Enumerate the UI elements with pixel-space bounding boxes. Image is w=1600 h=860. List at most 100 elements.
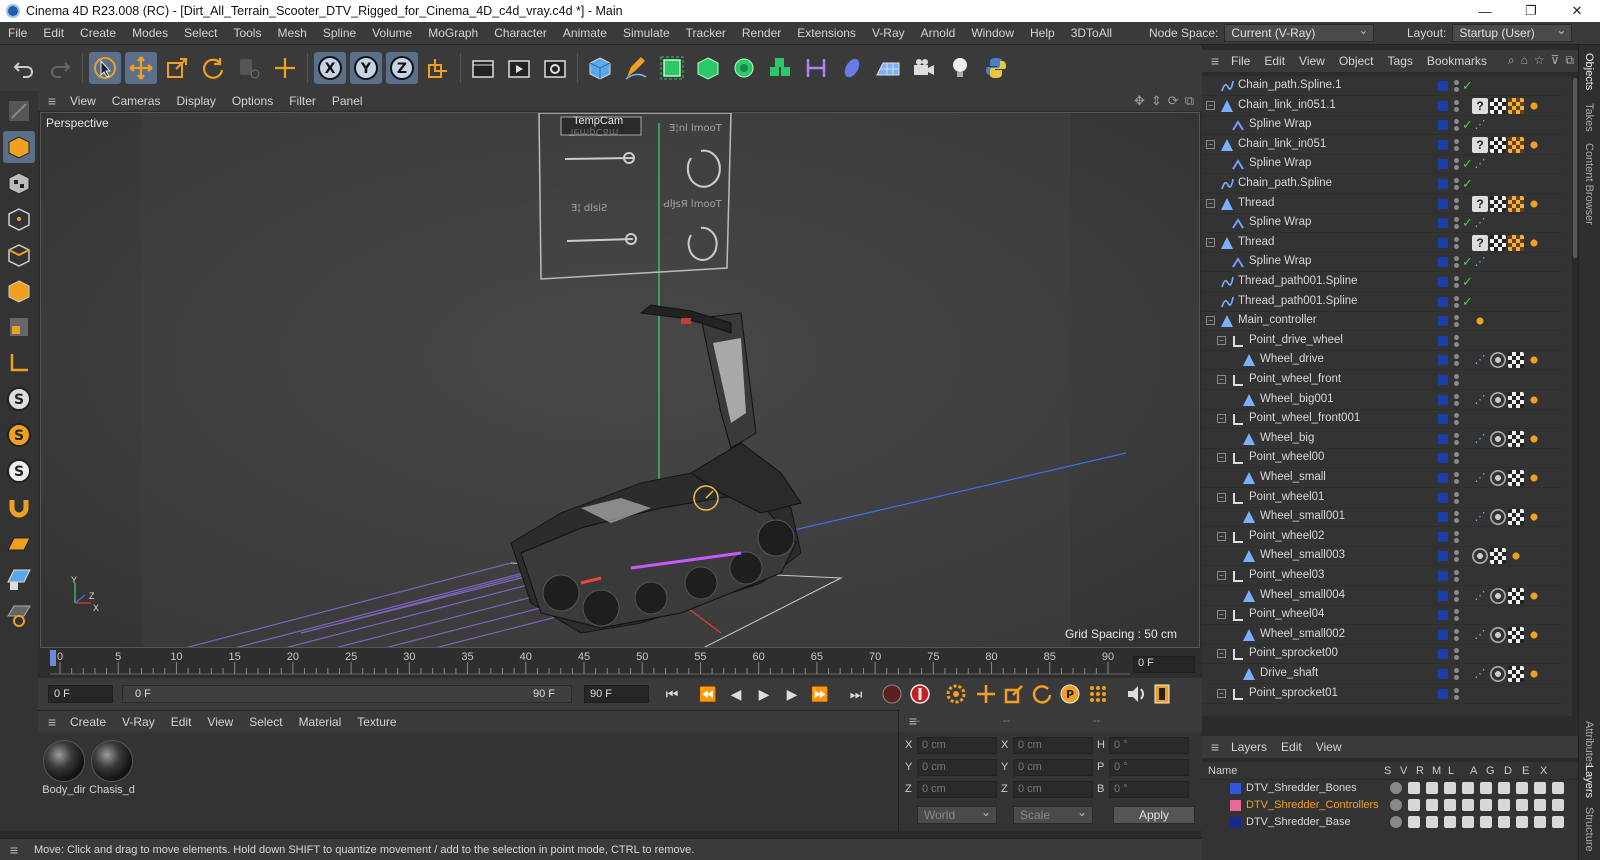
enabled-check-icon[interactable]: ✓ — [1462, 78, 1473, 94]
layer-manager-toggle-icon[interactable] — [1444, 816, 1456, 828]
expand-toggle-icon[interactable]: − — [1206, 237, 1215, 247]
visibility-dots-icon[interactable] — [1454, 411, 1460, 427]
layer-color-swatch[interactable] — [1438, 669, 1448, 679]
locked-workplane-button[interactable] — [3, 563, 35, 595]
menu-item[interactable]: Tracker — [678, 26, 734, 40]
scrollbar-thumb[interactable] — [1573, 78, 1577, 258]
object-row[interactable]: Spline Wrap ✓ ⋰ — [1202, 154, 1562, 175]
layer-color-swatch[interactable] — [1230, 783, 1241, 794]
material-menu-item[interactable]: View — [199, 715, 241, 729]
viewport-menu-hamburger-icon[interactable]: ≡ — [42, 93, 62, 109]
uv-mode-button[interactable] — [3, 311, 35, 343]
layer-color-swatch[interactable] — [1438, 237, 1448, 248]
orbit-icon[interactable]: ⟳ — [1168, 93, 1179, 109]
previous-key-button[interactable]: ⏪ — [696, 682, 720, 706]
layer-row[interactable]: DTV_Shredder_Controllers — [1202, 797, 1578, 814]
sw2-tag-icon[interactable]: ⋰ — [1472, 392, 1488, 408]
object-row[interactable]: Thread_path001.Spline ✓ — [1202, 272, 1562, 292]
layer-view-toggle-icon[interactable] — [1408, 799, 1420, 811]
layer-color-swatch[interactable] — [1438, 531, 1448, 542]
layer-lock-toggle-icon[interactable] — [1462, 782, 1474, 794]
menu-item[interactable]: Mesh — [269, 26, 314, 40]
viewport-menu-item[interactable]: View — [62, 94, 104, 108]
layer-color-swatch[interactable] — [1438, 610, 1448, 621]
x-axis-lock-button[interactable]: X — [314, 52, 346, 84]
visibility-dots-icon[interactable] — [1454, 666, 1460, 682]
layer-lock-toggle-icon[interactable] — [1462, 799, 1474, 811]
expand-toggle-icon[interactable]: − — [1206, 139, 1215, 149]
visibility-dots-icon[interactable] — [1454, 529, 1460, 545]
render-picture-viewer-button[interactable] — [503, 52, 535, 84]
layer-color-swatch[interactable] — [1438, 139, 1448, 150]
menu-item[interactable]: Simulate — [615, 26, 678, 40]
layer-color-swatch[interactable] — [1438, 179, 1448, 189]
viewport-menu-item[interactable]: Filter — [281, 94, 324, 108]
edge-mode-button[interactable] — [3, 239, 35, 271]
next-frame-button[interactable]: ▶ — [780, 682, 804, 706]
layer-color-swatch[interactable] — [1438, 257, 1448, 268]
visibility-dots-icon[interactable] — [1454, 588, 1460, 604]
layer-deformers-toggle-icon[interactable] — [1516, 799, 1528, 811]
ring-tag-icon[interactable] — [1490, 430, 1506, 447]
visibility-dots-icon[interactable] — [1454, 548, 1460, 564]
object-row[interactable]: − Point_wheel04 — [1202, 605, 1562, 626]
visibility-dots-icon[interactable] — [1454, 98, 1460, 114]
enabled-check-icon[interactable]: ✓ — [1462, 294, 1473, 310]
visibility-dots-icon[interactable] — [1454, 176, 1460, 192]
visibility-dots-icon[interactable] — [1454, 294, 1460, 310]
layer-solo-toggle-icon[interactable] — [1390, 799, 1402, 811]
apply-button[interactable]: Apply — [1113, 806, 1195, 824]
tab-attributes[interactable]: Attributes — [1583, 721, 1595, 767]
start-frame-field[interactable]: 0 F — [48, 685, 113, 703]
layer-lock-toggle-icon[interactable] — [1462, 816, 1474, 828]
layer-generators-toggle-icon[interactable] — [1498, 782, 1510, 794]
end-frame-field[interactable]: 90 F — [584, 685, 649, 703]
layer-expressions-toggle-icon[interactable] — [1534, 799, 1546, 811]
org-tag-icon[interactable] — [1508, 234, 1524, 251]
magnet-button[interactable] — [3, 491, 35, 523]
layer-color-swatch[interactable] — [1438, 335, 1448, 346]
chk-tag-icon[interactable] — [1508, 391, 1524, 408]
ring-tag-icon[interactable] — [1472, 548, 1488, 565]
layer-color-swatch[interactable] — [1438, 629, 1448, 640]
object-menu-hamburger-icon[interactable]: ≡ — [1206, 53, 1224, 69]
world-axis-button[interactable] — [269, 52, 301, 84]
object-row[interactable]: Thread_path001.Spline ✓ — [1202, 292, 1562, 312]
expand-toggle-icon[interactable]: − — [1217, 649, 1226, 659]
light-button[interactable] — [944, 52, 976, 84]
cube-object-button[interactable] — [584, 52, 616, 84]
object-row[interactable]: Wheel_drive ⋰ — [1202, 350, 1562, 371]
org-tag-icon[interactable] — [1508, 195, 1524, 212]
field-button[interactable] — [836, 52, 868, 84]
chk-tag-icon[interactable] — [1508, 587, 1524, 604]
menu-item[interactable]: File — [0, 26, 35, 40]
recent-tools-button[interactable] — [233, 52, 265, 84]
enabled-check-icon[interactable]: ✓ — [1462, 274, 1473, 290]
sw2-tag-icon[interactable]: ⋰ — [1472, 509, 1488, 525]
visibility-dots-icon[interactable] — [1454, 470, 1460, 486]
layer-xref-toggle-icon[interactable] — [1552, 799, 1564, 811]
sw2-tag-icon[interactable]: ⋰ — [1472, 156, 1488, 172]
layer-color-swatch[interactable] — [1438, 453, 1448, 464]
layer-deformers-toggle-icon[interactable] — [1516, 816, 1528, 828]
chk-tag-icon[interactable] — [1490, 548, 1506, 565]
chk-tag-icon[interactable] — [1508, 430, 1524, 447]
object-row[interactable]: − Thread? — [1202, 233, 1562, 253]
object-row[interactable]: − Point_wheel00 — [1202, 448, 1562, 469]
visibility-dots-icon[interactable] — [1454, 490, 1460, 506]
layer-animation-toggle-icon[interactable] — [1480, 782, 1492, 794]
coordinate-system-button[interactable] — [422, 52, 454, 84]
maximize-button[interactable]: ❐ — [1508, 0, 1554, 22]
object-row[interactable]: − Point_wheel03 — [1202, 566, 1562, 586]
layer-color-swatch[interactable] — [1438, 277, 1448, 287]
layer-color-swatch[interactable] — [1438, 571, 1448, 581]
dot-tag-icon[interactable] — [1472, 313, 1488, 330]
object-row[interactable]: − Chain_link_in051? — [1202, 135, 1562, 155]
dolly-icon[interactable]: ⇕ — [1151, 93, 1162, 109]
sw2-tag-icon[interactable]: ⋰ — [1472, 215, 1488, 231]
layer-color-swatch[interactable] — [1230, 800, 1241, 811]
object-menu-item[interactable]: Bookmarks — [1420, 54, 1494, 68]
z-axis-lock-button[interactable]: Z — [386, 52, 418, 84]
visibility-dots-icon[interactable] — [1454, 646, 1460, 662]
menu-item[interactable]: Render — [734, 26, 789, 40]
